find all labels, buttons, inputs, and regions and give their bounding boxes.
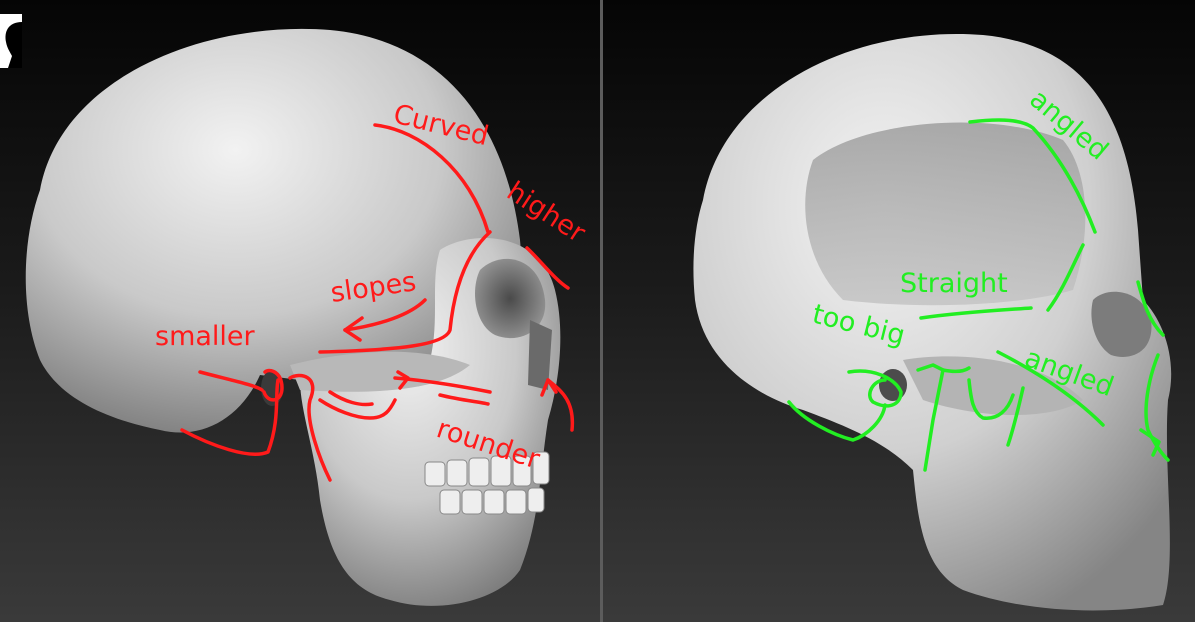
smaller-note: smaller [155,321,256,352]
reference-skull-drawing: Curved higher slopes smaller rounder [25,28,591,606]
head-silhouette-icon [0,14,22,68]
sculpt-skull-panel: angled Straight too big angled [603,0,1195,622]
straight-note: Straight [900,268,1008,299]
reference-skull-panel: Curved higher slopes smaller rounder [0,0,600,622]
comparison-image: Curved higher slopes smaller rounder ang… [0,0,1195,622]
sculpt-ear-canal [879,369,907,401]
sculpt-skull-drawing: angled Straight too big angled [693,33,1172,611]
